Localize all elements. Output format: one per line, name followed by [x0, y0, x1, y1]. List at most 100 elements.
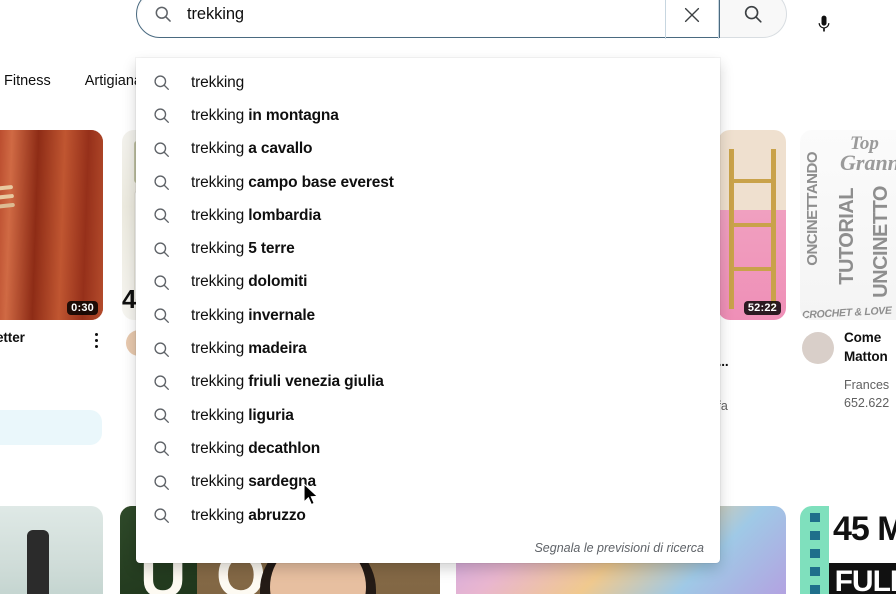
- suggestion-row[interactable]: trekking campo base everest: [136, 166, 720, 199]
- suggestion-completion: invernale: [248, 306, 315, 324]
- video-thumbnail[interactable]: 0:30: [0, 130, 103, 320]
- report-predictions-link[interactable]: Segnala le previsioni di ricerca: [534, 541, 704, 555]
- thumbnail-art: 45 M FULL: [800, 506, 896, 594]
- suggestion-completion: dolomiti: [248, 273, 308, 291]
- suggestion-row[interactable]: trekking a cavallo: [136, 133, 720, 166]
- search-icon: [152, 106, 171, 125]
- suggestion-row[interactable]: trekking in montagna: [136, 99, 720, 132]
- suggestion-label: trekking madeira: [191, 340, 307, 358]
- suggestion-row[interactable]: trekking friuli venezia giulia: [136, 366, 720, 399]
- voice-search-button[interactable]: [808, 8, 840, 40]
- search-icon: [152, 406, 171, 425]
- video-title-line1: Come: [844, 330, 882, 345]
- search-icon: [744, 5, 762, 23]
- chip-fitness[interactable]: Fitness: [4, 73, 51, 89]
- suggestion-completion: abruzzo: [248, 506, 306, 524]
- search-icon: [152, 473, 171, 492]
- suggestion-row[interactable]: trekking lombardia: [136, 199, 720, 232]
- suggestion-prefix: trekking: [191, 306, 249, 324]
- suggestion-prefix: trekking: [191, 106, 249, 124]
- search-icon: [152, 240, 171, 259]
- suggestion-completion: liguria: [248, 406, 294, 424]
- suggestion-row[interactable]: trekking liguria: [136, 399, 720, 432]
- suggestion-row[interactable]: trekking decathlon: [136, 432, 720, 465]
- thumbnail-art: [0, 410, 102, 445]
- search-input[interactable]: trekking: [187, 0, 719, 38]
- suggestion-prefix: trekking: [191, 373, 249, 391]
- microphone-icon: [818, 15, 830, 32]
- submit-search-button[interactable]: [720, 0, 787, 38]
- search-suggestions-dropdown: trekking trekking in montagna trekking a c…: [136, 58, 720, 564]
- suggestions-footer: Segnala le previsioni di ricerca: [136, 532, 720, 557]
- suggestion-label: trekking abruzzo: [191, 507, 306, 525]
- suggestion-label: trekking sardegna: [191, 473, 316, 491]
- suggestion-prefix: trekking: [191, 406, 249, 424]
- video-thumbnail[interactable]: 45 M FULL: [800, 506, 896, 594]
- search-icon: [152, 73, 171, 92]
- video-channel-name[interactable]: Frances: [844, 376, 896, 394]
- video-card-pinkroom[interactable]: 52:22: [718, 130, 786, 320]
- video-card-45min[interactable]: 45 M FULL: [800, 506, 896, 594]
- thumbnail-art: [0, 506, 103, 594]
- video-title-line1: Get better: [0, 330, 25, 345]
- suggestion-completion: in montagna: [248, 106, 339, 124]
- suggestion-label: trekking dolomiti: [191, 273, 307, 291]
- suggestion-completion: campo base everest: [248, 173, 394, 191]
- kebab-menu-icon[interactable]: [87, 330, 105, 350]
- search-icon: [152, 506, 171, 525]
- thumbnail-strip-text: FULL: [834, 565, 896, 594]
- suggestion-row[interactable]: trekking madeira: [136, 332, 720, 365]
- video-thumbnail[interactable]: 52:22: [718, 130, 786, 320]
- suggestion-prefix: trekking: [191, 240, 249, 258]
- video-thumbnail[interactable]: ONCINETTANDO TUTORIAL UNCINETTO Top Gran…: [800, 130, 896, 320]
- video-title-line2: rm.: [0, 347, 92, 366]
- thumbnail-art: [718, 130, 786, 320]
- clear-search-button[interactable]: [665, 0, 719, 39]
- suggestion-prefix: trekking: [191, 206, 249, 224]
- suggestion-row[interactable]: trekking: [136, 66, 720, 99]
- suggestion-prefix: trekking: [191, 73, 245, 91]
- search-icon: [152, 173, 171, 192]
- search-input-container[interactable]: trekking: [136, 0, 720, 39]
- video-card-crochet-meta: Come Matton Frances 652.622: [844, 328, 896, 412]
- suggestion-label: trekking invernale: [191, 307, 315, 325]
- suggestion-completion: decathlon: [248, 439, 321, 457]
- suggestion-prefix: trekking: [191, 140, 249, 158]
- suggestion-completion: 5 terre: [248, 240, 295, 258]
- crochet-band-left: ONCINETTANDO: [804, 152, 821, 266]
- search-icon: [152, 140, 171, 159]
- video-thumbnail[interactable]: [0, 506, 103, 594]
- suggestion-list: trekking trekking in montagna trekking a c…: [136, 66, 720, 532]
- suggestion-completion: lombardia: [248, 206, 321, 224]
- video-card-gym[interactable]: [0, 506, 103, 594]
- thumbnail-overlay-strip: FULL: [828, 563, 896, 594]
- suggestion-prefix: trekking: [191, 173, 249, 191]
- suggestion-prefix: trekking: [191, 506, 249, 524]
- search-bar: trekking: [136, 0, 787, 39]
- video-view-count: 652.622: [844, 396, 890, 410]
- crochet-band-right: UNCINETTO: [870, 186, 892, 298]
- thumbnail-art: [0, 130, 103, 320]
- video-card-crochet[interactable]: ONCINETTANDO TUTORIAL UNCINETTO Top Gran…: [800, 130, 896, 320]
- suggestion-label: trekking lombardia: [191, 207, 321, 225]
- search-icon: [152, 373, 171, 392]
- suggestion-completion: friuli venezia giulia: [248, 373, 384, 391]
- suggestion-label: trekking in montagna: [191, 107, 339, 125]
- suggestion-label: trekking decathlon: [191, 440, 320, 458]
- video-card-hair[interactable]: 0:30: [0, 130, 103, 320]
- suggestion-prefix: trekking: [191, 273, 249, 291]
- search-icon: [152, 306, 171, 325]
- duration-badge: 52:22: [743, 301, 781, 315]
- suggestion-row[interactable]: trekking abruzzo: [136, 499, 720, 532]
- suggestion-row[interactable]: trekking invernale: [136, 299, 720, 332]
- suggestion-completion: madeira: [248, 340, 307, 358]
- crochet-bottom-text: CROCHET & LOVE: [801, 304, 892, 320]
- suggestion-row[interactable]: trekking 5 terre: [136, 232, 720, 265]
- suggestion-row[interactable]: trekking sardegna: [136, 466, 720, 499]
- suggestion-prefix: trekking: [191, 439, 249, 457]
- channel-avatar[interactable]: [802, 332, 834, 364]
- suggestion-row[interactable]: trekking dolomiti: [136, 266, 720, 299]
- video-card-placeholder: [0, 410, 102, 445]
- suggestion-prefix: trekking: [191, 340, 249, 358]
- diamond-strip: [809, 512, 820, 594]
